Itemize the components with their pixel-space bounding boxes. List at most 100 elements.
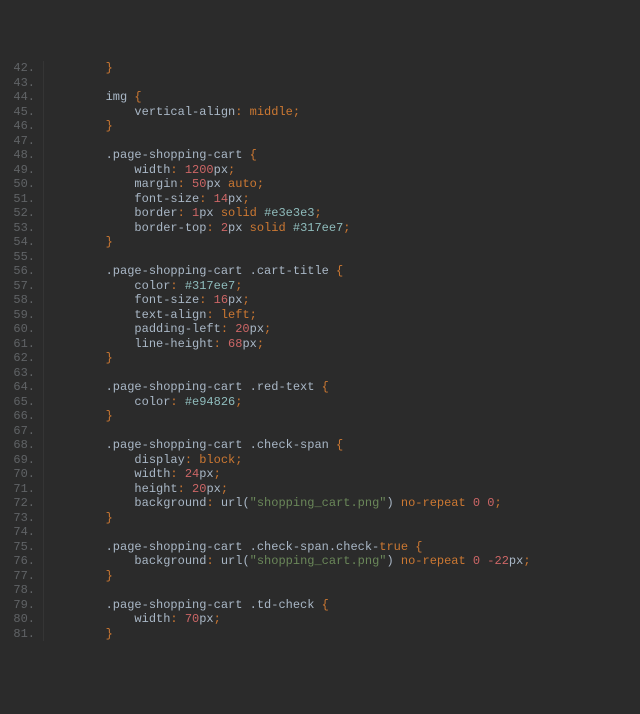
code-line[interactable]: color: #317ee7; xyxy=(48,279,640,294)
line-number: 56. xyxy=(0,264,35,279)
code-token: padding-left xyxy=(48,322,221,336)
code-line[interactable]: display: block; xyxy=(48,453,640,468)
code-line[interactable]: line-height: 68px; xyxy=(48,337,640,352)
code-token: ; xyxy=(228,163,235,177)
code-line[interactable]: } xyxy=(48,61,640,76)
code-line[interactable] xyxy=(48,134,640,149)
code-line[interactable]: .page-shopping-cart .td-check { xyxy=(48,598,640,613)
code-token: width xyxy=(48,163,170,177)
code-line[interactable]: } xyxy=(48,569,640,584)
code-area[interactable]: } img { vertical-align: middle; } .page-… xyxy=(44,61,640,641)
code-line[interactable]: } xyxy=(48,409,640,424)
code-token: block xyxy=(199,453,235,467)
code-line[interactable]: .page-shopping-cart .check-span { xyxy=(48,438,640,453)
code-token: ; xyxy=(214,467,221,481)
code-token: : xyxy=(221,322,235,336)
code-token: px xyxy=(206,177,228,191)
code-line[interactable]: text-align: left; xyxy=(48,308,640,323)
code-token: .page-shopping-cart .red-text xyxy=(48,380,322,394)
code-token: display xyxy=(48,453,185,467)
line-number: 46. xyxy=(0,119,35,134)
code-token: ; xyxy=(242,192,249,206)
code-line[interactable] xyxy=(48,250,640,265)
code-line[interactable]: img { xyxy=(48,90,640,105)
line-number: 49. xyxy=(0,163,35,178)
code-token: "shopping_cart.png" xyxy=(250,554,387,568)
code-token: px xyxy=(228,192,242,206)
line-number: 58. xyxy=(0,293,35,308)
line-number: 60. xyxy=(0,322,35,337)
code-token: background xyxy=(48,496,206,510)
code-line[interactable]: .page-shopping-cart .cart-title { xyxy=(48,264,640,279)
code-token: ; xyxy=(235,279,242,293)
code-token: #e3e3e3 xyxy=(264,206,314,220)
code-token: 20 xyxy=(235,322,249,336)
code-token: border-top xyxy=(48,221,206,235)
code-line[interactable]: background: url("shopping_cart.png") no-… xyxy=(48,496,640,511)
code-token: : xyxy=(199,192,213,206)
code-line[interactable]: font-size: 14px; xyxy=(48,192,640,207)
line-number: 59. xyxy=(0,308,35,323)
line-number: 76. xyxy=(0,554,35,569)
code-line[interactable]: } xyxy=(48,119,640,134)
code-line[interactable]: border-top: 2px solid #317ee7; xyxy=(48,221,640,236)
code-line[interactable]: margin: 50px auto; xyxy=(48,177,640,192)
line-number: 51. xyxy=(0,192,35,207)
line-number: 52. xyxy=(0,206,35,221)
code-line[interactable] xyxy=(48,424,640,439)
code-line[interactable] xyxy=(48,366,640,381)
code-line[interactable] xyxy=(48,525,640,540)
code-line[interactable]: width: 1200px; xyxy=(48,163,640,178)
code-token: px xyxy=(206,482,220,496)
code-line[interactable]: font-size: 16px; xyxy=(48,293,640,308)
code-line[interactable]: border: 1px solid #e3e3e3; xyxy=(48,206,640,221)
code-line[interactable]: .page-shopping-cart { xyxy=(48,148,640,163)
code-line[interactable]: .page-shopping-cart .red-text { xyxy=(48,380,640,395)
code-line[interactable]: color: #e94826; xyxy=(48,395,640,410)
code-line[interactable]: } xyxy=(48,627,640,642)
line-number: 62. xyxy=(0,351,35,366)
code-token: middle xyxy=(250,105,293,119)
line-number: 81. xyxy=(0,627,35,642)
code-line[interactable]: } xyxy=(48,235,640,250)
code-token: : xyxy=(206,496,220,510)
code-token: margin xyxy=(48,177,178,191)
code-editor[interactable]: 42.43.44.45.46.47.48.49.50.51.52.53.54.5… xyxy=(0,58,640,641)
code-line[interactable]: vertical-align: middle; xyxy=(48,105,640,120)
code-token: { xyxy=(250,148,257,162)
line-number: 57. xyxy=(0,279,35,294)
code-token: ; xyxy=(257,337,264,351)
line-number: 54. xyxy=(0,235,35,250)
code-line[interactable]: } xyxy=(48,351,640,366)
code-line[interactable]: width: 24px; xyxy=(48,467,640,482)
code-line[interactable]: } xyxy=(48,511,640,526)
code-token: 24 xyxy=(185,467,199,481)
line-number: 69. xyxy=(0,453,35,468)
line-number: 68. xyxy=(0,438,35,453)
code-token: .page-shopping-cart .td-check xyxy=(48,598,322,612)
code-line[interactable]: background: url("shopping_cart.png") no-… xyxy=(48,554,640,569)
code-line[interactable] xyxy=(48,76,640,91)
code-line[interactable]: height: 20px; xyxy=(48,482,640,497)
code-token: : xyxy=(170,279,184,293)
code-token: font-size xyxy=(48,192,199,206)
line-number: 78. xyxy=(0,583,35,598)
code-token: img xyxy=(48,90,134,104)
line-number: 50. xyxy=(0,177,35,192)
line-number: 64. xyxy=(0,380,35,395)
line-number: 77. xyxy=(0,569,35,584)
code-token: ; xyxy=(314,206,321,220)
line-number: 48. xyxy=(0,148,35,163)
code-token: } xyxy=(48,235,113,249)
code-token: px xyxy=(214,163,228,177)
line-number: 75. xyxy=(0,540,35,555)
code-line[interactable]: padding-left: 20px; xyxy=(48,322,640,337)
code-line[interactable] xyxy=(48,583,640,598)
code-token: px xyxy=(228,293,242,307)
code-line[interactable]: width: 70px; xyxy=(48,612,640,627)
line-number: 43. xyxy=(0,76,35,91)
code-line[interactable]: .page-shopping-cart .check-span.check-tr… xyxy=(48,540,640,555)
line-number: 53. xyxy=(0,221,35,236)
code-token: solid xyxy=(250,221,293,235)
line-number: 66. xyxy=(0,409,35,424)
